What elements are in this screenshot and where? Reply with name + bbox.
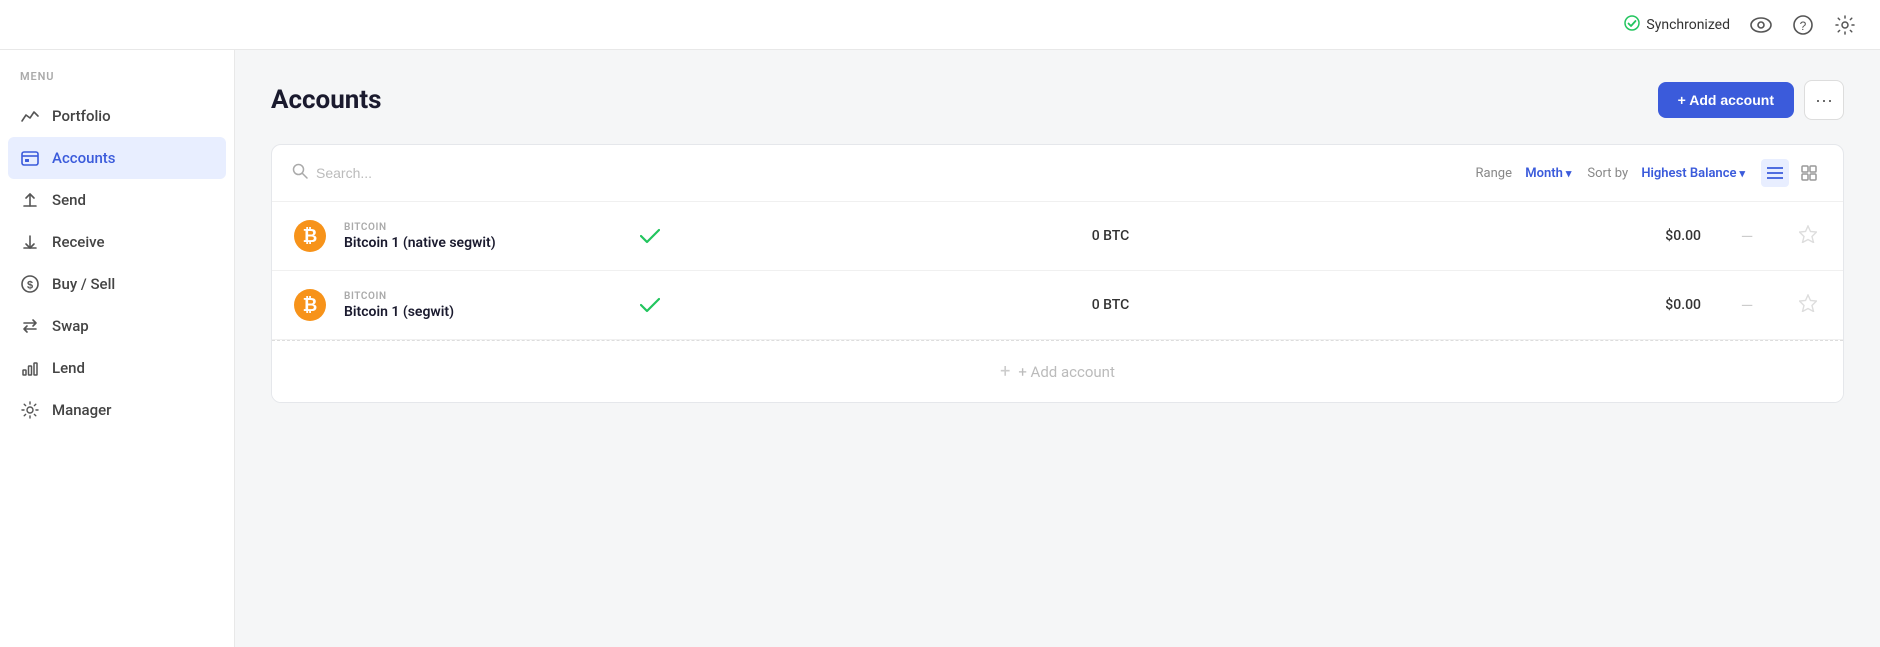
account-favorite-button[interactable] — [1793, 225, 1823, 248]
bitcoin-icon-wrap: ₿ — [292, 218, 328, 254]
account-balance-usd: $0.00 — [1541, 228, 1701, 244]
search-icon — [292, 163, 308, 183]
account-name-2: Bitcoin 1 (segwit) — [344, 304, 604, 320]
add-account-inline-label: + Add account — [1018, 363, 1115, 381]
account-favorite-button-2[interactable] — [1793, 294, 1823, 317]
svg-text:₿: ₿ — [303, 226, 318, 246]
sidebar: MENU Portfolio Accounts — [0, 50, 235, 647]
filters-right: Range Month ▾ Sort by Highest Balance ▾ — [1476, 159, 1823, 187]
sidebar-item-receive[interactable]: Receive — [0, 221, 234, 263]
sidebar-label-manager: Manager — [52, 401, 111, 419]
more-icon: ··· — [1815, 90, 1833, 111]
sortby-filter-button[interactable]: Highest Balance ▾ — [1641, 166, 1745, 181]
sidebar-label-lend: Lend — [52, 359, 85, 377]
grid-view-button[interactable] — [1795, 159, 1823, 187]
lend-icon — [20, 358, 40, 378]
search-filters-bar: Range Month ▾ Sort by Highest Balance ▾ — [272, 145, 1843, 202]
svg-text:₿: ₿ — [303, 295, 318, 315]
sidebar-label-receive: Receive — [52, 233, 105, 251]
range-filter-button[interactable]: Month ▾ — [1525, 166, 1571, 181]
more-options-button[interactable]: ··· — [1804, 80, 1844, 120]
add-account-button[interactable]: + Add account — [1658, 82, 1794, 118]
account-dash: — — [1717, 227, 1777, 246]
account-dash-2: — — [1717, 296, 1777, 315]
account-type-label-2: BITCOIN — [344, 291, 604, 302]
sidebar-label-portfolio: Portfolio — [52, 107, 111, 125]
settings-icon[interactable] — [1834, 14, 1856, 36]
account-info: BITCOIN Bitcoin 1 (native segwit) — [344, 222, 604, 251]
account-type-label: BITCOIN — [344, 222, 604, 233]
sidebar-item-manager[interactable]: Manager — [0, 389, 234, 431]
sidebar-item-portfolio[interactable]: Portfolio — [0, 95, 234, 137]
accounts-panel: Range Month ▾ Sort by Highest Balance ▾ — [271, 144, 1844, 403]
sidebar-label-send: Send — [52, 191, 86, 209]
search-input[interactable] — [316, 165, 616, 181]
sync-status: Synchronized — [1624, 15, 1730, 35]
view-toggle — [1761, 159, 1823, 187]
sidebar-label-buy-sell: Buy / Sell — [52, 275, 115, 293]
sidebar-item-lend[interactable]: Lend — [0, 347, 234, 389]
sync-check-icon — [1624, 15, 1640, 35]
sortby-chevron-icon: ▾ — [1739, 167, 1745, 180]
svg-text:?: ? — [1800, 19, 1807, 33]
sidebar-item-buy-sell[interactable]: $ Buy / Sell — [0, 263, 234, 305]
account-row[interactable]: ₿ BITCOIN Bitcoin 1 (native segwit) 0 BT… — [272, 202, 1843, 271]
buy-sell-icon: $ — [20, 274, 40, 294]
swap-icon — [20, 316, 40, 336]
bitcoin-icon-wrap-2: ₿ — [292, 287, 328, 323]
page-title: Accounts — [271, 85, 382, 115]
main-layout: MENU Portfolio Accounts — [0, 50, 1880, 647]
sidebar-item-send[interactable]: Send — [0, 179, 234, 221]
help-icon[interactable]: ? — [1792, 14, 1814, 36]
content-area: Accounts + Add account ··· — [235, 50, 1880, 647]
account-balance-usd-2: $0.00 — [1541, 297, 1701, 313]
topbar: Synchronized ? — [0, 0, 1880, 50]
sortby-label: Sort by Highest Balance ▾ — [1587, 166, 1745, 181]
account-synced-icon — [620, 228, 680, 244]
range-label: Range Month ▾ — [1476, 166, 1572, 181]
sidebar-menu-label: MENU — [0, 70, 234, 95]
add-account-inline-button[interactable]: + + Add account — [272, 340, 1843, 402]
content-header: Accounts + Add account ··· — [271, 80, 1844, 120]
sidebar-label-accounts: Accounts — [52, 149, 116, 167]
list-view-button[interactable] — [1761, 159, 1789, 187]
account-synced-icon-2 — [620, 297, 680, 313]
search-wrapper — [292, 163, 1476, 183]
range-chevron-icon: ▾ — [1566, 167, 1572, 180]
portfolio-icon — [20, 106, 40, 126]
sidebar-label-swap: Swap — [52, 317, 89, 335]
account-balance-btc: 0 BTC — [696, 228, 1525, 244]
eye-icon[interactable] — [1750, 14, 1772, 36]
account-info-2: BITCOIN Bitcoin 1 (segwit) — [344, 291, 604, 320]
receive-icon — [20, 232, 40, 252]
accounts-icon — [20, 148, 40, 168]
svg-text:$: $ — [27, 280, 33, 292]
account-row[interactable]: ₿ BITCOIN Bitcoin 1 (segwit) 0 BTC $0.00… — [272, 271, 1843, 340]
add-account-plus-icon: + — [1000, 361, 1010, 382]
sidebar-item-swap[interactable]: Swap — [0, 305, 234, 347]
account-name: Bitcoin 1 (native segwit) — [344, 235, 604, 251]
header-actions: + Add account ··· — [1658, 80, 1844, 120]
sidebar-item-accounts[interactable]: Accounts — [8, 137, 226, 179]
send-icon — [20, 190, 40, 210]
manager-icon — [20, 400, 40, 420]
account-balance-btc-2: 0 BTC — [696, 297, 1525, 313]
sync-label: Synchronized — [1646, 17, 1730, 33]
